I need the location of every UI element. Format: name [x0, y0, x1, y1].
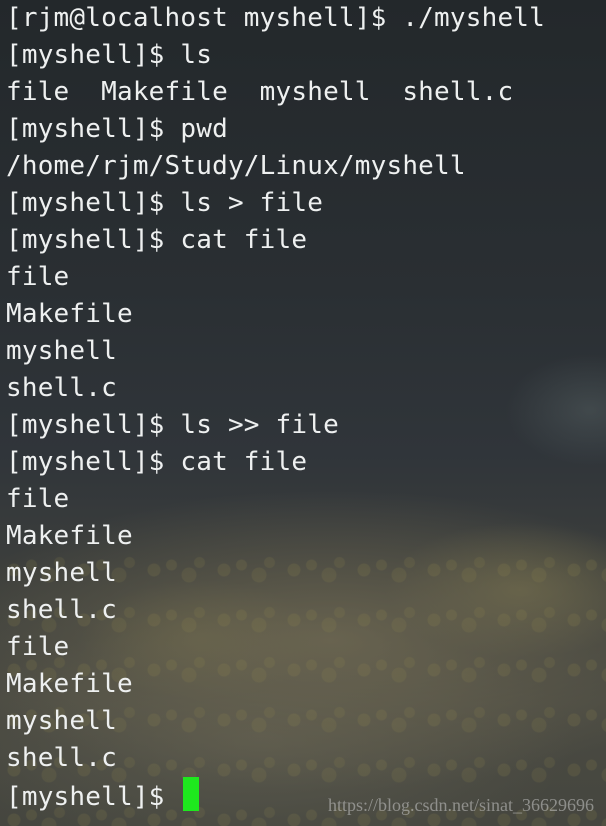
terminal-line: myshell [6, 558, 117, 588]
terminal-line: Makefile [6, 669, 133, 699]
terminal-line: Makefile [6, 521, 133, 551]
terminal-line: Makefile [6, 299, 133, 329]
terminal-line: [myshell]$ ls [6, 40, 213, 70]
terminal-line: [myshell]$ pwd [6, 114, 228, 144]
terminal-line: shell.c [6, 595, 117, 625]
terminal-cursor [183, 777, 200, 811]
watermark: https://blog.csdn.net/sinat_36629696 [328, 795, 594, 815]
terminal-line: file [6, 262, 70, 292]
terminal-line: myshell [6, 706, 117, 736]
terminal-line: [rjm@localhost myshell]$ ./myshell [6, 3, 546, 33]
terminal-line: file [6, 484, 70, 514]
terminal-line: myshell [6, 336, 117, 366]
terminal-line: /home/rjm/Study/Linux/myshell [6, 151, 466, 181]
terminal-line: shell.c [6, 743, 117, 773]
terminal-line: [myshell]$ ls >> file [6, 410, 339, 440]
terminal-line: file [6, 632, 70, 662]
terminal-line: shell.c [6, 373, 117, 403]
terminal-line: [myshell]$ ls > file [6, 188, 324, 218]
terminal-prompt: [myshell]$ [6, 782, 181, 812]
terminal-output[interactable]: [rjm@localhost myshell]$ ./myshell [mysh… [0, 0, 606, 826]
terminal-line: file Makefile myshell shell.c [6, 77, 514, 107]
terminal-line: [myshell]$ cat file [6, 447, 308, 477]
terminal-line: [myshell]$ cat file [6, 225, 308, 255]
